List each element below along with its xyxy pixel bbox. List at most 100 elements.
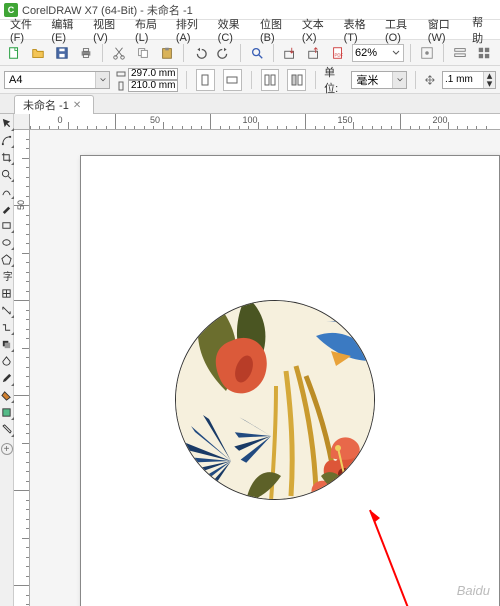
connector-tool[interactable]	[1, 320, 13, 334]
quick-customize-button[interactable]: +	[1, 443, 13, 455]
chevron-down-icon	[391, 48, 401, 58]
document-tabs: 未命名 -1 ✕	[0, 94, 500, 114]
chevron-down-icon	[392, 72, 406, 88]
all-pages-button[interactable]	[261, 69, 280, 91]
export-button[interactable]	[304, 43, 324, 63]
menu-bar: 文件(F) 编辑(E) 视图(V) 布局(L) 排列(A) 效果(C) 位图(B…	[0, 20, 500, 40]
search-button[interactable]	[247, 43, 267, 63]
canvas[interactable]: Baidu	[30, 130, 500, 606]
menu-effects[interactable]: 效果(C)	[214, 16, 252, 44]
artwork-circle[interactable]	[175, 300, 375, 500]
width-icon	[116, 69, 126, 79]
dimension-tool[interactable]	[1, 303, 13, 317]
height-icon	[116, 81, 126, 91]
menu-view[interactable]: 视图(V)	[89, 16, 127, 44]
spin-down-icon[interactable]: ▾	[483, 80, 495, 88]
separator	[183, 44, 184, 62]
polygon-tool[interactable]	[1, 252, 13, 266]
shape-tool[interactable]	[1, 133, 13, 147]
smart-fill-tool[interactable]	[1, 405, 13, 419]
zoom-combo[interactable]	[352, 44, 404, 62]
undo-button[interactable]	[190, 43, 210, 63]
launcher-button[interactable]	[474, 43, 494, 63]
open-button[interactable]	[28, 43, 48, 63]
text-tool[interactable]: 字	[1, 269, 13, 283]
menu-help[interactable]: 帮助	[468, 14, 494, 46]
menu-text[interactable]: 文本(X)	[298, 16, 336, 44]
new-button[interactable]	[4, 43, 24, 63]
paste-button[interactable]	[157, 43, 177, 63]
document-tab[interactable]: 未命名 -1 ✕	[14, 95, 94, 114]
current-page-button[interactable]	[287, 69, 306, 91]
copy-button[interactable]	[133, 43, 153, 63]
zoom-tool[interactable]	[1, 167, 13, 181]
separator	[410, 44, 411, 62]
tab-label: 未命名 -1	[23, 97, 69, 113]
rectangle-tool[interactable]	[1, 218, 13, 232]
nudge-spinner[interactable]: ▴▾	[442, 71, 496, 89]
unit-label: 单位:	[324, 64, 345, 96]
landscape-button[interactable]	[223, 69, 242, 91]
import-button[interactable]	[280, 43, 300, 63]
page-size-input[interactable]	[5, 74, 95, 86]
watermark: Baidu	[457, 583, 490, 598]
page-height-input[interactable]	[128, 80, 178, 92]
property-bar: 单位: ▴▾	[0, 66, 500, 94]
unit-combo[interactable]	[351, 71, 407, 89]
page-dimensions	[116, 68, 178, 92]
print-button[interactable]	[76, 43, 96, 63]
menu-edit[interactable]: 编辑(E)	[47, 16, 85, 44]
nudge-icon	[424, 73, 436, 87]
unit-input[interactable]	[352, 74, 392, 86]
publish-pdf-button[interactable]: PDF	[328, 43, 348, 63]
separator	[251, 71, 252, 89]
app-icon: C	[4, 3, 18, 17]
ruler-area: 050100150200 50	[14, 114, 500, 606]
ruler-origin[interactable]	[14, 114, 30, 130]
portrait-button[interactable]	[196, 69, 215, 91]
save-button[interactable]	[52, 43, 72, 63]
page-width-input[interactable]	[128, 68, 178, 80]
menu-window[interactable]: 窗口(W)	[424, 16, 464, 44]
svg-text:字: 字	[3, 271, 12, 282]
separator	[315, 71, 316, 89]
pick-tool[interactable]	[1, 116, 13, 130]
chevron-down-icon	[95, 72, 109, 88]
workarea: 字 + 050100150200 50	[0, 114, 500, 606]
crop-tool[interactable]	[1, 150, 13, 164]
separator	[415, 71, 416, 89]
menu-file[interactable]: 文件(F)	[6, 16, 43, 44]
separator	[443, 44, 444, 62]
page-size-combo[interactable]	[4, 71, 110, 89]
drop-shadow-tool[interactable]	[1, 337, 13, 351]
interactive-fill-tool[interactable]	[1, 388, 13, 402]
separator	[102, 44, 103, 62]
standard-toolbar: PDF	[0, 40, 500, 66]
menu-bitmap[interactable]: 位图(B)	[256, 16, 294, 44]
separator	[240, 44, 241, 62]
toolbox: 字 +	[0, 114, 14, 606]
snap-button[interactable]	[417, 43, 437, 63]
menu-arrange[interactable]: 排列(A)	[172, 16, 210, 44]
svg-text:PDF: PDF	[335, 52, 344, 57]
table-tool[interactable]	[1, 286, 13, 300]
separator	[186, 71, 187, 89]
cut-button[interactable]	[109, 43, 129, 63]
menu-tools[interactable]: 工具(O)	[381, 16, 420, 44]
nudge-input[interactable]	[443, 74, 483, 85]
menu-table[interactable]: 表格(T)	[340, 16, 377, 44]
transparency-tool[interactable]	[1, 354, 13, 368]
eyedropper-tool[interactable]	[1, 371, 13, 385]
freehand-tool[interactable]	[1, 184, 13, 198]
zoom-input[interactable]	[355, 47, 389, 59]
artistic-media-tool[interactable]	[1, 201, 13, 215]
annotation-arrow	[360, 500, 460, 606]
ellipse-tool[interactable]	[1, 235, 13, 249]
redo-button[interactable]	[214, 43, 234, 63]
horizontal-ruler[interactable]: 050100150200	[30, 114, 500, 130]
close-icon[interactable]: ✕	[73, 100, 81, 111]
menu-layout[interactable]: 布局(L)	[131, 16, 168, 44]
options-button[interactable]	[450, 43, 470, 63]
vertical-ruler[interactable]: 50	[14, 130, 30, 606]
outline-tool[interactable]	[1, 422, 13, 436]
